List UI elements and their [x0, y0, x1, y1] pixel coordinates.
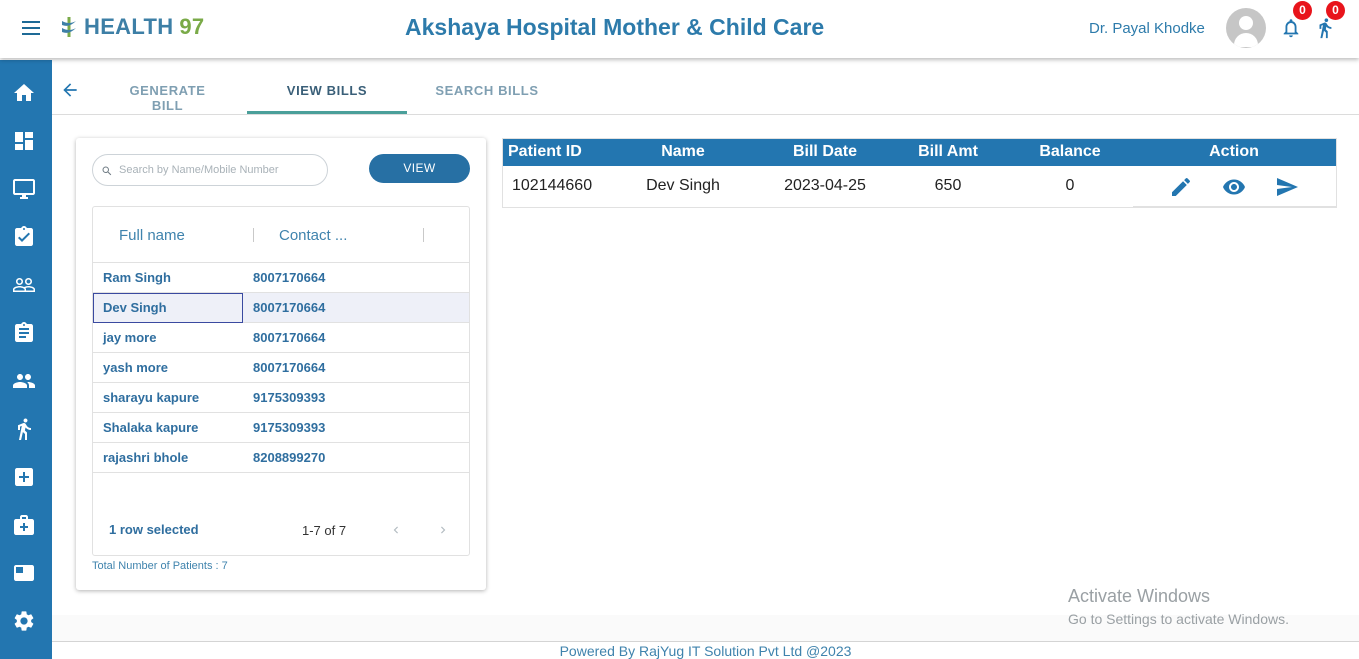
patient-name: sharayu kapure	[103, 390, 200, 405]
bills-table-header: Patient ID Name Bill Date Bill Amt Balan…	[503, 139, 1336, 166]
column-header-full-name[interactable]: Full name	[119, 227, 185, 244]
patient-contact: 8007170664	[253, 300, 326, 315]
medical-bag-icon[interactable]	[12, 513, 36, 537]
activate-windows-title: Activate Windows	[1068, 586, 1211, 606]
view-eye-icon[interactable]	[1222, 175, 1246, 199]
patient-list-card: VIEW Full name Contact ... Ram Singh 800…	[76, 138, 486, 590]
bill-name: Dev Singh	[646, 177, 720, 194]
patient-contact: 8007170664	[253, 360, 326, 375]
patient-contact: 8007170664	[253, 270, 326, 285]
bill-patient-id: 102144660	[512, 177, 593, 194]
column-separator[interactable]	[253, 228, 254, 242]
bill-amount: 650	[934, 177, 962, 194]
activate-windows-subtitle: Go to Settings to activate Windows.	[1068, 611, 1289, 627]
table-row[interactable]: Ram Singh 8007170664	[93, 263, 469, 293]
back-arrow-icon[interactable]	[60, 80, 80, 100]
column-header-balance: Balance	[1039, 143, 1101, 160]
notification-badge: 0	[1293, 1, 1312, 20]
patient-name: Dev Singh	[103, 300, 167, 315]
table-row[interactable]: sharayu kapure 9175309393	[93, 383, 469, 413]
clipboard-icon[interactable]	[12, 321, 36, 345]
patient-name: Shalaka kapure	[103, 420, 199, 435]
patient-name: jay more	[103, 330, 157, 345]
bill-date: 2023-04-25	[784, 177, 866, 194]
medical-plus-icon[interactable]	[12, 465, 36, 489]
home-icon[interactable]	[12, 81, 36, 105]
search-input[interactable]	[119, 161, 319, 179]
bill-tabs: GENERATE BILL VIEW BILLS SEARCH BILLS	[52, 60, 1359, 115]
chevron-left-icon[interactable]	[389, 521, 403, 539]
top-bar: HEALTH 97 Akshaya Hospital Mother & Chil…	[0, 0, 1359, 58]
column-header-contact[interactable]: Contact ...	[279, 227, 347, 244]
search-field[interactable]	[92, 154, 328, 186]
patient-contact: 9175309393	[253, 420, 326, 435]
grid-footer: 1 row selected 1-7 of 7	[93, 509, 469, 555]
footer-divider	[52, 641, 1359, 642]
selected-count: 1 row selected	[109, 522, 199, 537]
bell-icon[interactable]	[1280, 17, 1302, 39]
avatar[interactable]	[1226, 8, 1266, 48]
doctor-name: Dr. Payal Khodke	[1089, 20, 1205, 37]
column-header-action: Action	[1209, 143, 1259, 160]
action-divider	[1133, 206, 1336, 207]
column-header-name: Name	[661, 143, 705, 160]
patient-grid: Full name Contact ... Ram Singh 80071706…	[92, 206, 470, 556]
pagination-range: 1-7 of 7	[302, 523, 347, 538]
column-header-patient-id: Patient ID	[508, 143, 582, 160]
column-separator[interactable]	[423, 228, 424, 242]
send-icon[interactable]	[1275, 175, 1299, 199]
sidebar	[0, 60, 52, 659]
patient-contact: 9175309393	[253, 390, 326, 405]
bills-table: Patient ID Name Bill Date Bill Amt Balan…	[502, 138, 1337, 208]
edit-pencil-icon[interactable]	[1169, 175, 1193, 199]
chevron-right-icon[interactable]	[436, 521, 450, 539]
walking-person-icon[interactable]	[12, 417, 36, 441]
assignment-check-icon[interactable]	[12, 225, 36, 249]
patient-name: yash more	[103, 360, 169, 375]
table-row-selected[interactable]: Dev Singh 8007170664	[93, 293, 469, 323]
view-button[interactable]: VIEW	[369, 154, 470, 183]
table-row[interactable]: yash more 8007170664	[93, 353, 469, 383]
table-row[interactable]: jay more 8007170664	[93, 323, 469, 353]
tab-view-bills[interactable]: VIEW BILLS	[247, 83, 407, 98]
monitor-icon[interactable]	[12, 177, 36, 201]
tab-search-bills[interactable]: SEARCH BILLS	[432, 83, 542, 98]
gear-icon[interactable]	[12, 609, 36, 633]
people-outline-icon[interactable]	[12, 273, 36, 297]
tab-generate-bill[interactable]: GENERATE BILL	[115, 83, 220, 113]
people-icon[interactable]	[12, 369, 36, 393]
column-header-bill-date: Bill Date	[792, 143, 857, 160]
patient-contact: 8208899270	[253, 450, 326, 465]
dashboard-icon[interactable]	[12, 129, 36, 153]
table-row[interactable]: Shalaka kapure 9175309393	[93, 413, 469, 443]
table-row[interactable]: rajashri bhole 8208899270	[93, 443, 469, 473]
active-tab-indicator	[247, 111, 407, 114]
patient-name: rajashri bhole	[103, 450, 189, 465]
brand-text: HEALTH	[84, 14, 174, 39]
hospital-title: Akshaya Hospital Mother & Child Care	[405, 14, 825, 40]
total-patients: Total Number of Patients : 7	[92, 560, 228, 572]
patient-contact: 8007170664	[253, 330, 326, 345]
footer-credit: Powered By RajYug IT Solution Pvt Ltd @2…	[559, 643, 852, 659]
logo-mark-icon	[62, 17, 76, 37]
app-logo: HEALTH 97	[58, 14, 204, 40]
brand-number: 97	[179, 14, 205, 39]
column-header-bill-amt: Bill Amt	[918, 143, 978, 160]
bill-balance: 0	[1065, 177, 1075, 194]
search-icon	[102, 166, 112, 176]
walk-in-badge: 0	[1326, 1, 1345, 20]
card-icon[interactable]	[12, 561, 36, 585]
hamburger-menu-icon[interactable]	[20, 17, 42, 39]
patient-name: Ram Singh	[103, 270, 171, 285]
grid-header: Full name Contact ...	[93, 207, 469, 263]
